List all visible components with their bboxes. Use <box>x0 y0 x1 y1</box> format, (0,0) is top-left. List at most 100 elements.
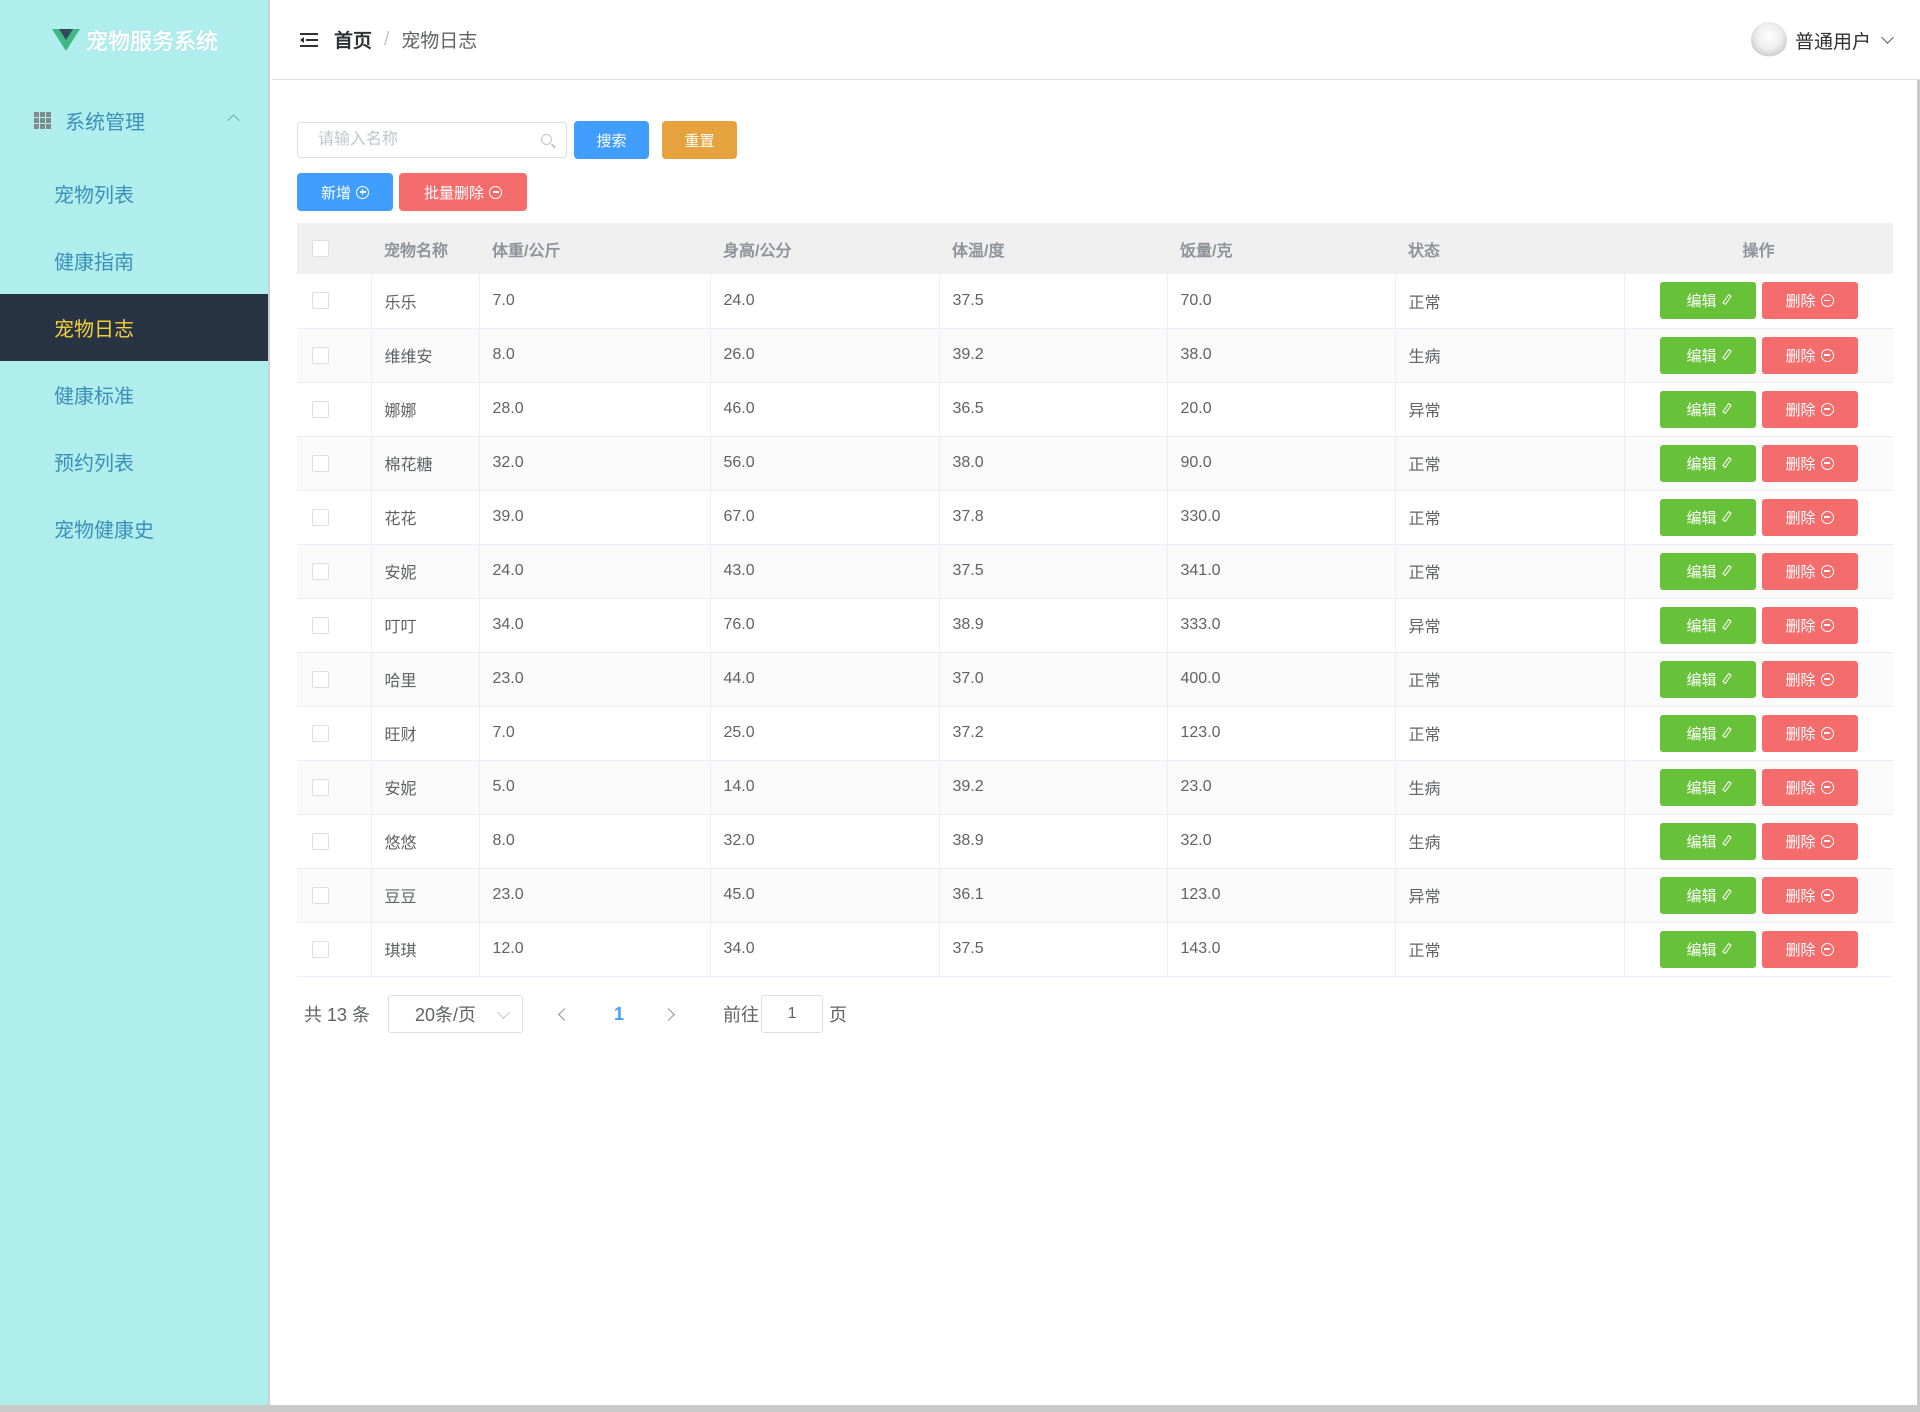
table-row[interactable]: 叮叮 34.0 76.0 38.9 333.0 异常 编辑 删除 <box>297 598 1893 653</box>
circle-minus-icon <box>489 185 502 199</box>
sidebar-item-health-history[interactable]: 宠物健康史 <box>0 495 268 562</box>
sidebar-item-health-standard[interactable]: 健康标准 <box>0 361 268 428</box>
delete-button[interactable]: 删除 <box>1761 498 1858 536</box>
table-row[interactable]: 哈里 23.0 44.0 37.0 400.0 正常 编辑 删除 <box>297 652 1893 707</box>
delete-button[interactable]: 删除 <box>1761 552 1858 590</box>
edit-button[interactable]: 编辑 <box>1659 876 1756 914</box>
table-row[interactable]: 安妮 24.0 43.0 37.5 341.0 正常 编辑 删除 <box>297 544 1893 599</box>
select-all-checkbox[interactable] <box>312 240 329 257</box>
edit-button[interactable]: 编辑 <box>1659 444 1756 482</box>
table-row[interactable]: 旺财 7.0 25.0 37.2 123.0 正常 编辑 删除 <box>297 706 1893 761</box>
next-page-button[interactable] <box>662 1007 675 1021</box>
edit-label: 编辑 <box>1686 725 1717 743</box>
row-actions: 编辑 删除 <box>1638 822 1894 860</box>
edit-button[interactable]: 编辑 <box>1659 606 1756 644</box>
edit-button[interactable]: 编辑 <box>1659 390 1756 428</box>
row-checkbox[interactable] <box>312 670 329 688</box>
breadcrumb-home[interactable]: 首页 <box>334 26 372 53</box>
row-checkbox[interactable] <box>312 292 329 310</box>
edit-button[interactable]: 编辑 <box>1659 930 1756 968</box>
table-row[interactable]: 花花 39.0 67.0 37.8 330.0 正常 编辑 删除 <box>297 490 1893 545</box>
delete-button[interactable]: 删除 <box>1761 606 1858 644</box>
edit-button[interactable]: 编辑 <box>1659 768 1756 806</box>
delete-button[interactable]: 删除 <box>1761 282 1858 320</box>
user-menu[interactable]: 普通用户 <box>1750 22 1894 58</box>
edit-button[interactable]: 编辑 <box>1659 660 1756 698</box>
table-row[interactable]: 安妮 5.0 14.0 39.2 23.0 生病 编辑 删除 <box>297 760 1894 815</box>
cell-food: 400.0 <box>1167 652 1396 707</box>
edit-button[interactable]: 编辑 <box>1659 822 1756 860</box>
row-checkbox[interactable] <box>312 724 329 742</box>
table-row[interactable]: 维维安 8.0 26.0 39.2 38.0 生病 编辑 删除 <box>297 328 1893 383</box>
edit-button[interactable]: 编辑 <box>1659 498 1756 536</box>
delete-button[interactable]: 删除 <box>1761 822 1858 860</box>
delete-label: 删除 <box>1785 941 1816 959</box>
row-checkbox[interactable] <box>312 346 329 364</box>
horizontal-scrollbar[interactable] <box>0 1405 1920 1412</box>
delete-button[interactable]: 删除 <box>1761 714 1858 752</box>
delete-button[interactable]: 删除 <box>1761 336 1858 374</box>
menu-group-system[interactable]: 系统管理 <box>0 80 268 160</box>
row-checkbox[interactable] <box>312 778 329 796</box>
search-button[interactable]: 搜索 <box>574 121 649 159</box>
row-actions: 编辑 删除 <box>1638 768 1894 806</box>
delete-button[interactable]: 删除 <box>1761 390 1858 428</box>
delete-button[interactable]: 删除 <box>1761 930 1858 968</box>
row-checkbox[interactable] <box>312 400 329 418</box>
delete-button[interactable]: 删除 <box>1761 768 1858 806</box>
table-row[interactable]: 棉花糖 32.0 56.0 38.0 90.0 正常 编辑 删除 <box>297 436 1893 491</box>
delete-button[interactable]: 删除 <box>1761 660 1858 698</box>
row-checkbox[interactable] <box>312 832 329 850</box>
sidebar-item-pet-log[interactable]: 宠物日志 <box>0 294 268 361</box>
row-checkbox[interactable] <box>312 940 329 958</box>
checkbox-cell <box>297 760 372 815</box>
prev-page-button[interactable] <box>558 1007 571 1021</box>
search-icon <box>541 134 552 145</box>
goto-page-input[interactable] <box>761 995 824 1033</box>
row-checkbox[interactable] <box>312 454 329 472</box>
edit-button[interactable]: 编辑 <box>1659 282 1756 320</box>
menu-fold-icon[interactable] <box>300 32 318 47</box>
delete-button[interactable]: 删除 <box>1761 876 1858 914</box>
table-row[interactable]: 娜娜 28.0 46.0 36.5 20.0 异常 编辑 删除 <box>297 382 1893 437</box>
vue-logo-icon <box>52 29 80 51</box>
cell-pet-name: 棉花糖 <box>371 436 480 491</box>
circle-minus-icon <box>1820 780 1834 794</box>
sidebar-item-appointment-list[interactable]: 预约列表 <box>0 428 268 495</box>
table-row[interactable]: 悠悠 8.0 32.0 38.9 32.0 生病 编辑 删除 <box>297 814 1894 869</box>
row-checkbox[interactable] <box>312 562 329 580</box>
search-input[interactable] <box>298 123 518 157</box>
page-size-select[interactable]: 20条/页 <box>388 995 524 1033</box>
search-button-label: 搜索 <box>596 132 627 150</box>
reset-button[interactable]: 重置 <box>662 121 737 159</box>
edit-icon <box>1721 564 1732 576</box>
edit-button[interactable]: 编辑 <box>1659 336 1756 374</box>
app-logo[interactable]: 宠物服务系统 <box>0 0 268 80</box>
table-row[interactable]: 豆豆 23.0 45.0 36.1 123.0 异常 编辑 删除 <box>297 868 1893 923</box>
row-checkbox[interactable] <box>312 508 329 526</box>
cell-food: 330.0 <box>1167 490 1396 545</box>
delete-button[interactable]: 删除 <box>1761 444 1858 482</box>
search-field <box>297 122 567 158</box>
cell-temperature: 36.5 <box>939 382 1168 437</box>
edit-button[interactable]: 编辑 <box>1659 714 1756 752</box>
batch-delete-button[interactable]: 批量删除 <box>399 173 527 211</box>
row-checkbox[interactable] <box>312 616 329 634</box>
cell-food: 341.0 <box>1167 544 1396 599</box>
add-button[interactable]: 新增 <box>297 173 393 211</box>
cell-height: 46.0 <box>710 382 940 437</box>
edit-label: 编辑 <box>1686 563 1717 581</box>
edit-button[interactable]: 编辑 <box>1659 552 1756 590</box>
checkbox-cell <box>297 598 372 653</box>
table-row[interactable]: 乐乐 7.0 24.0 37.5 70.0 正常 编辑 删除 <box>297 274 1893 329</box>
cell-height: 45.0 <box>710 868 940 923</box>
row-checkbox[interactable] <box>312 886 329 904</box>
page-number[interactable]: 1 <box>614 1004 624 1025</box>
table-row[interactable]: 琪琪 12.0 34.0 37.5 143.0 正常 编辑 删除 <box>297 922 1893 977</box>
sidebar-item-pet-list[interactable]: 宠物列表 <box>0 160 268 227</box>
pagination-total: 共 13 条 <box>304 1005 371 1025</box>
delete-label: 删除 <box>1785 509 1816 527</box>
sidebar-item-health-guide[interactable]: 健康指南 <box>0 227 268 294</box>
cell-temperature: 36.1 <box>939 868 1168 923</box>
delete-label: 删除 <box>1785 401 1816 419</box>
